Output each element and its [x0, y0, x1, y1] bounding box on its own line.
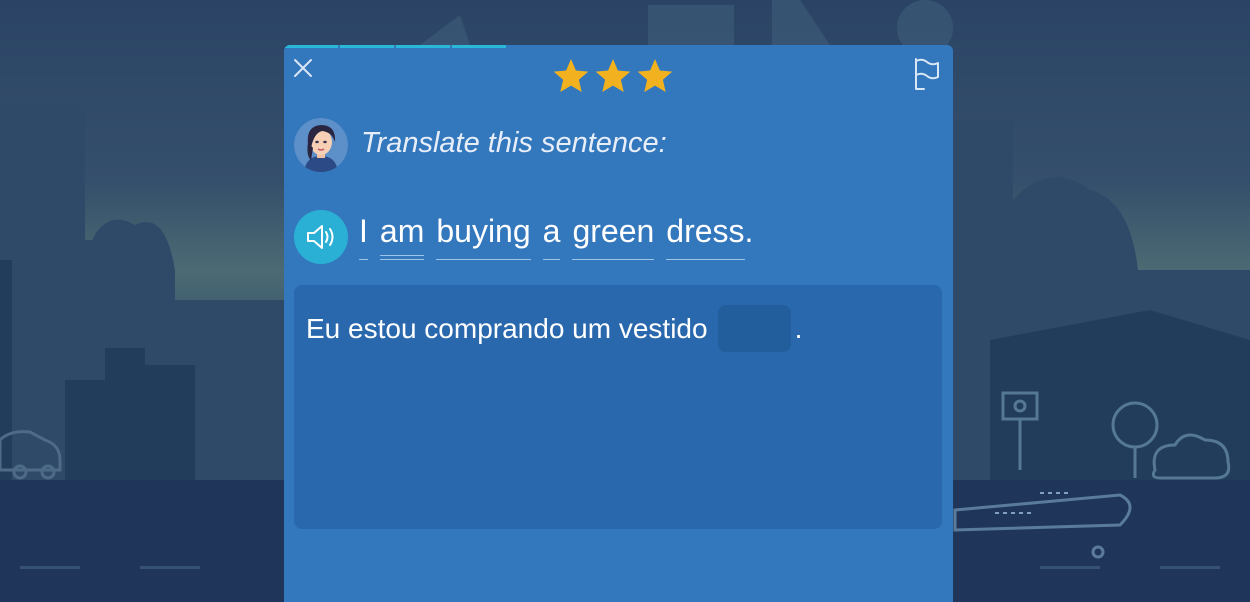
progress-bar	[284, 45, 953, 48]
hint-word[interactable]: buying	[436, 213, 531, 260]
answer-sentence: Eu estou comprando um vestido .	[306, 305, 802, 352]
close-icon	[294, 59, 312, 77]
progress-segment	[284, 45, 338, 48]
hint-word[interactable]: a	[542, 213, 561, 260]
instruction-text: Translate this sentence:	[361, 127, 667, 159]
star-icon	[637, 59, 673, 92]
progress-segment	[340, 45, 394, 48]
hint-word[interactable]: am	[379, 213, 425, 260]
flag-icon	[915, 58, 939, 90]
star-icon	[553, 59, 589, 92]
hint-word[interactable]: I	[359, 213, 368, 260]
star-rating	[552, 57, 674, 95]
answer-area: Eu estou comprando um vestido .	[294, 285, 942, 529]
answer-punctuation: .	[794, 312, 803, 344]
close-button[interactable]	[292, 57, 314, 79]
play-audio-button[interactable]	[294, 210, 348, 264]
hint-word[interactable]: dress	[666, 213, 745, 260]
source-sentence: Iam buying a green dress.	[359, 213, 753, 260]
sentence-punctuation: .	[744, 213, 754, 249]
star-icon	[595, 59, 631, 92]
progress-segment	[396, 45, 450, 48]
exercise-card: Translate this sentence: Iam buying a green…	[284, 45, 953, 602]
hint-word[interactable]: green	[572, 213, 655, 260]
progress-segment	[452, 45, 506, 48]
answer-blank[interactable]	[717, 305, 791, 352]
tutor-avatar	[294, 118, 348, 172]
answer-text: Eu estou comprando um vestido	[306, 312, 708, 344]
speaker-icon	[307, 225, 334, 249]
report-flag-button[interactable]	[912, 57, 940, 91]
